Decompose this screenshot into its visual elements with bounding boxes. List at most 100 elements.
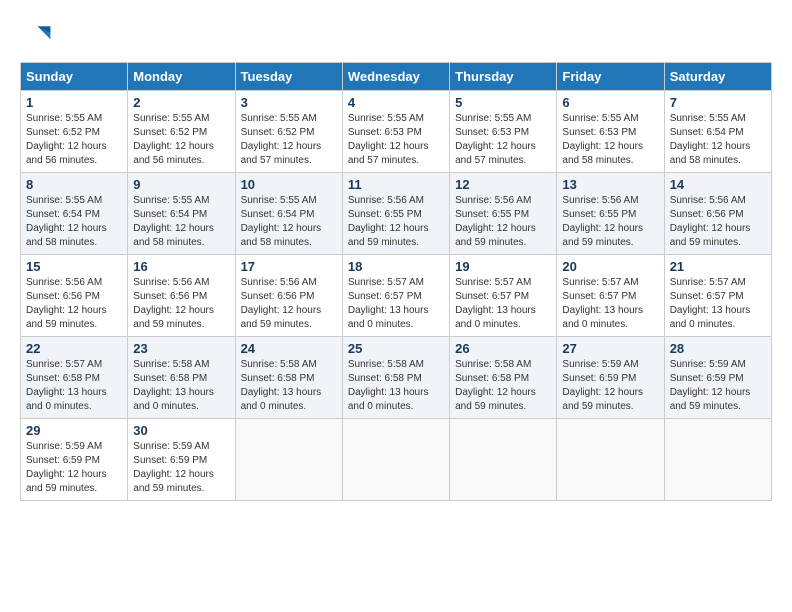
day-info: Sunrise: 5:58 AM Sunset: 6:58 PM Dayligh… (133, 358, 229, 414)
day-number: 4 (348, 95, 444, 110)
day-number: 2 (133, 95, 229, 110)
day-number: 8 (26, 177, 122, 192)
day-number: 10 (241, 177, 337, 192)
day-number: 24 (241, 341, 337, 356)
calendar-cell: 10 Sunrise: 5:55 AM Sunset: 6:54 PM Dayli… (235, 173, 342, 255)
day-number: 6 (562, 95, 658, 110)
calendar-cell: 4 Sunrise: 5:55 AM Sunset: 6:53 PM Daylig… (342, 91, 449, 173)
weekday-header: Saturday (664, 63, 771, 91)
calendar-cell (235, 419, 342, 501)
day-info: Sunrise: 5:57 AM Sunset: 6:58 PM Dayligh… (26, 358, 122, 414)
calendar-cell: 8 Sunrise: 5:55 AM Sunset: 6:54 PM Daylig… (21, 173, 128, 255)
day-info: Sunrise: 5:57 AM Sunset: 6:57 PM Dayligh… (562, 276, 658, 332)
day-info: Sunrise: 5:55 AM Sunset: 6:54 PM Dayligh… (241, 194, 337, 250)
day-info: Sunrise: 5:59 AM Sunset: 6:59 PM Dayligh… (133, 440, 229, 496)
day-info: Sunrise: 5:55 AM Sunset: 6:54 PM Dayligh… (670, 112, 766, 168)
calendar-cell (664, 419, 771, 501)
day-info: Sunrise: 5:55 AM Sunset: 6:53 PM Dayligh… (455, 112, 551, 168)
calendar-cell: 17Sunrise: 5:56 AM Sunset: 6:56 PM Dayli… (235, 255, 342, 337)
day-number: 19 (455, 259, 551, 274)
weekday-header: Monday (128, 63, 235, 91)
calendar-cell: 9 Sunrise: 5:55 AM Sunset: 6:54 PM Daylig… (128, 173, 235, 255)
day-info: Sunrise: 5:56 AM Sunset: 6:56 PM Dayligh… (133, 276, 229, 332)
calendar-cell: 30Sunrise: 5:59 AM Sunset: 6:59 PM Dayli… (128, 419, 235, 501)
calendar-cell: 1 Sunrise: 5:55 AM Sunset: 6:52 PM Daylig… (21, 91, 128, 173)
day-number: 14 (670, 177, 766, 192)
day-number: 18 (348, 259, 444, 274)
day-info: Sunrise: 5:57 AM Sunset: 6:57 PM Dayligh… (670, 276, 766, 332)
header (20, 20, 772, 52)
calendar-cell (450, 419, 557, 501)
calendar-week-row: 15 Sunrise: 5:56 AM Sunset: 6:56 PM Dayli… (21, 255, 772, 337)
day-info: Sunrise: 5:55 AM Sunset: 6:54 PM Dayligh… (26, 194, 122, 250)
calendar-cell: 26 Sunrise: 5:58 AM Sunset: 6:58 PM Dayli… (450, 337, 557, 419)
calendar-cell: 7 Sunrise: 5:55 AM Sunset: 6:54 PM Daylig… (664, 91, 771, 173)
day-info: Sunrise: 5:56 AM Sunset: 6:55 PM Dayligh… (455, 194, 551, 250)
calendar-week-row: 29 Sunrise: 5:59 AM Sunset: 6:59 PM Dayli… (21, 419, 772, 501)
day-number: 9 (133, 177, 229, 192)
day-number: 26 (455, 341, 551, 356)
calendar-cell: 11 Sunrise: 5:56 AM Sunset: 6:55 PM Dayli… (342, 173, 449, 255)
day-info: Sunrise: 5:56 AM Sunset: 6:56 PM Dayligh… (670, 194, 766, 250)
calendar-cell: 19 Sunrise: 5:57 AM Sunset: 6:57 PM Dayli… (450, 255, 557, 337)
day-number: 25 (348, 341, 444, 356)
calendar-cell: 27Sunrise: 5:59 AM Sunset: 6:59 PM Dayli… (557, 337, 664, 419)
calendar-cell (342, 419, 449, 501)
day-number: 13 (562, 177, 658, 192)
calendar-cell: 16 Sunrise: 5:56 AM Sunset: 6:56 PM Dayli… (128, 255, 235, 337)
weekday-header: Tuesday (235, 63, 342, 91)
day-info: Sunrise: 5:57 AM Sunset: 6:57 PM Dayligh… (455, 276, 551, 332)
day-info: Sunrise: 5:55 AM Sunset: 6:54 PM Dayligh… (133, 194, 229, 250)
day-number: 5 (455, 95, 551, 110)
day-number: 22 (26, 341, 122, 356)
day-number: 21 (670, 259, 766, 274)
calendar-cell: 28 Sunrise: 5:59 AM Sunset: 6:59 PM Dayli… (664, 337, 771, 419)
day-number: 7 (670, 95, 766, 110)
day-info: Sunrise: 5:55 AM Sunset: 6:52 PM Dayligh… (133, 112, 229, 168)
day-info: Sunrise: 5:58 AM Sunset: 6:58 PM Dayligh… (348, 358, 444, 414)
day-info: Sunrise: 5:55 AM Sunset: 6:52 PM Dayligh… (26, 112, 122, 168)
day-number: 17 (241, 259, 337, 274)
calendar-cell: 24 Sunrise: 5:58 AM Sunset: 6:58 PM Dayli… (235, 337, 342, 419)
day-info: Sunrise: 5:56 AM Sunset: 6:56 PM Dayligh… (26, 276, 122, 332)
day-number: 11 (348, 177, 444, 192)
calendar-week-row: 8 Sunrise: 5:55 AM Sunset: 6:54 PM Daylig… (21, 173, 772, 255)
day-info: Sunrise: 5:59 AM Sunset: 6:59 PM Dayligh… (670, 358, 766, 414)
calendar-cell: 2 Sunrise: 5:55 AM Sunset: 6:52 PM Daylig… (128, 91, 235, 173)
calendar-week-row: 1 Sunrise: 5:55 AM Sunset: 6:52 PM Daylig… (21, 91, 772, 173)
weekday-header-row: SundayMondayTuesdayWednesdayThursdayFrid… (21, 63, 772, 91)
day-info: Sunrise: 5:57 AM Sunset: 6:57 PM Dayligh… (348, 276, 444, 332)
logo (20, 20, 56, 52)
calendar-cell: 18 Sunrise: 5:57 AM Sunset: 6:57 PM Dayli… (342, 255, 449, 337)
calendar-cell: 13 Sunrise: 5:56 AM Sunset: 6:55 PM Dayli… (557, 173, 664, 255)
calendar-cell: 23 Sunrise: 5:58 AM Sunset: 6:58 PM Dayli… (128, 337, 235, 419)
day-info: Sunrise: 5:56 AM Sunset: 6:55 PM Dayligh… (348, 194, 444, 250)
calendar-cell: 3Sunrise: 5:55 AM Sunset: 6:52 PM Daylig… (235, 91, 342, 173)
day-number: 29 (26, 423, 122, 438)
calendar-cell: 25 Sunrise: 5:58 AM Sunset: 6:58 PM Dayli… (342, 337, 449, 419)
day-number: 27 (562, 341, 658, 356)
calendar-cell: 29Sunrise: 5:59 AM Sunset: 6:59 PM Dayli… (21, 419, 128, 501)
weekday-header: Sunday (21, 63, 128, 91)
calendar-cell: 6Sunrise: 5:55 AM Sunset: 6:53 PM Daylig… (557, 91, 664, 173)
calendar-table: SundayMondayTuesdayWednesdayThursdayFrid… (20, 62, 772, 501)
day-info: Sunrise: 5:55 AM Sunset: 6:53 PM Dayligh… (348, 112, 444, 168)
day-number: 15 (26, 259, 122, 274)
day-number: 20 (562, 259, 658, 274)
calendar-cell: 5 Sunrise: 5:55 AM Sunset: 6:53 PM Daylig… (450, 91, 557, 173)
day-number: 28 (670, 341, 766, 356)
weekday-header: Friday (557, 63, 664, 91)
day-info: Sunrise: 5:58 AM Sunset: 6:58 PM Dayligh… (455, 358, 551, 414)
weekday-header: Wednesday (342, 63, 449, 91)
day-number: 12 (455, 177, 551, 192)
calendar-week-row: 22 Sunrise: 5:57 AM Sunset: 6:58 PM Dayli… (21, 337, 772, 419)
day-number: 23 (133, 341, 229, 356)
day-info: Sunrise: 5:58 AM Sunset: 6:58 PM Dayligh… (241, 358, 337, 414)
logo-icon (20, 20, 52, 52)
day-info: Sunrise: 5:55 AM Sunset: 6:52 PM Dayligh… (241, 112, 337, 168)
day-number: 16 (133, 259, 229, 274)
calendar-cell: 14 Sunrise: 5:56 AM Sunset: 6:56 PM Dayli… (664, 173, 771, 255)
day-info: Sunrise: 5:56 AM Sunset: 6:55 PM Dayligh… (562, 194, 658, 250)
calendar-cell: 21 Sunrise: 5:57 AM Sunset: 6:57 PM Dayli… (664, 255, 771, 337)
day-number: 1 (26, 95, 122, 110)
